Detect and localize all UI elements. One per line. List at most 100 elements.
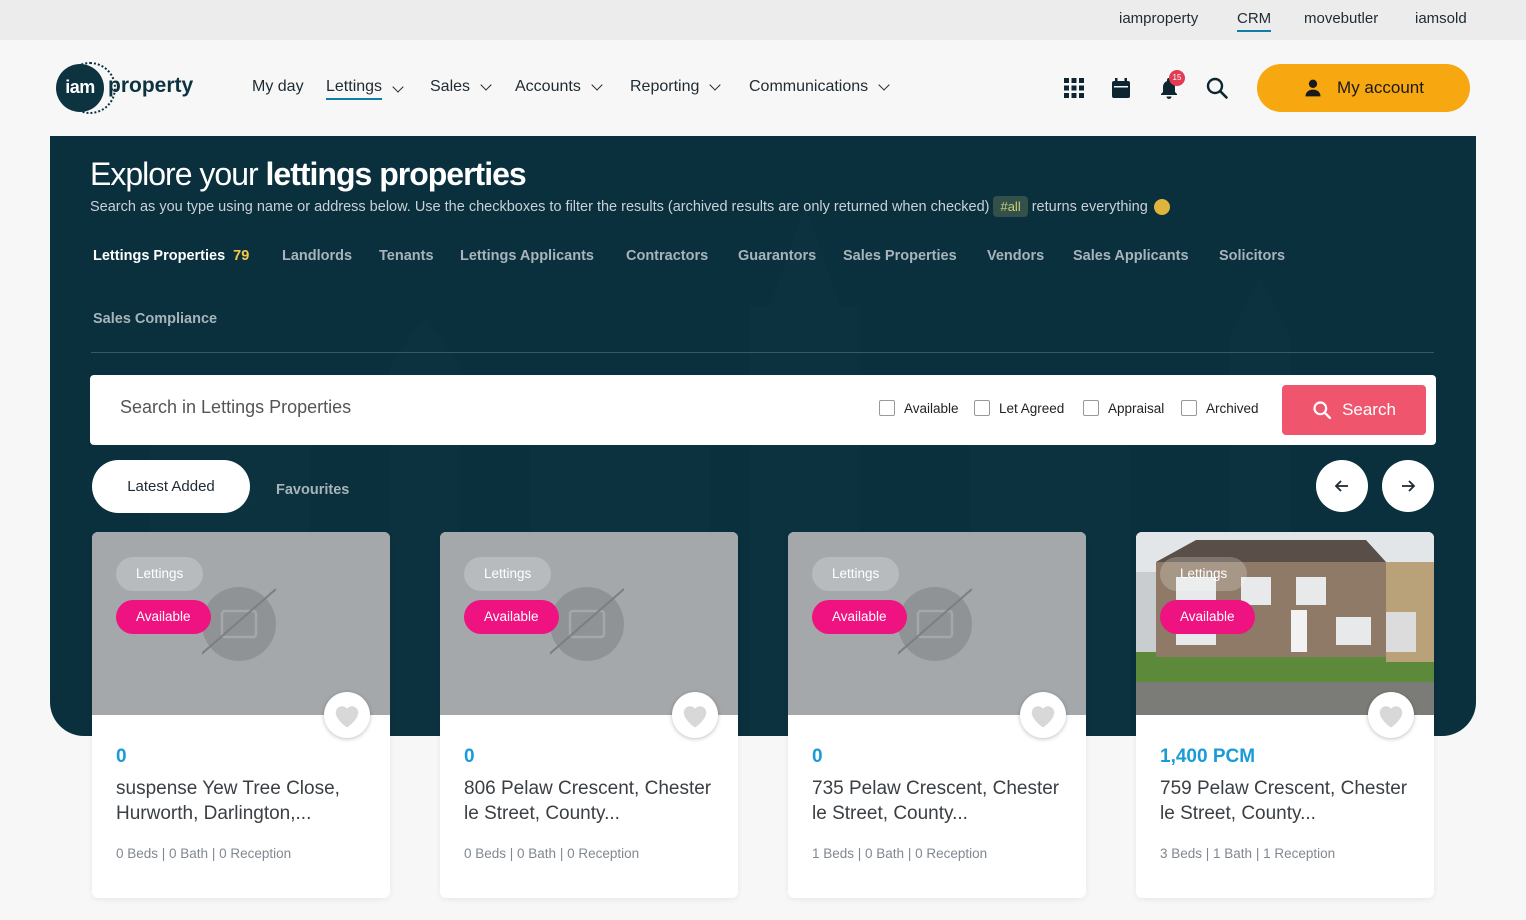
property-rooms: 1 Beds | 0 Bath | 0 Reception bbox=[812, 846, 988, 861]
link-iamproperty[interactable]: iamproperty bbox=[1119, 10, 1198, 27]
heart-icon bbox=[1031, 706, 1055, 728]
type-badge: Lettings bbox=[116, 557, 204, 591]
property-address: 735 Pelaw Crescent, Chester le Street, C… bbox=[812, 778, 1060, 824]
property-image-placeholder: Lettings Available bbox=[440, 532, 738, 715]
property-card[interactable]: Lettings Available 0 735 Pelaw Crescent,… bbox=[788, 532, 1086, 898]
hero-subtitle-text: Search as you type using name or address… bbox=[90, 198, 990, 215]
favourite-button[interactable] bbox=[672, 692, 718, 738]
arrow-left-icon bbox=[1334, 480, 1348, 492]
search-input[interactable] bbox=[120, 397, 820, 418]
favourite-button[interactable] bbox=[324, 692, 370, 738]
status-badge: Available bbox=[116, 600, 211, 634]
tab-favourites[interactable]: Favourites bbox=[276, 482, 349, 498]
tab-lettings-applicants[interactable]: Lettings Applicants bbox=[460, 248, 594, 264]
chevron-down-icon bbox=[709, 79, 722, 91]
search-icon[interactable] bbox=[1205, 76, 1229, 100]
type-badge: Lettings bbox=[1160, 557, 1248, 591]
iamproperty-logo[interactable]: iam property bbox=[56, 62, 206, 114]
logo-mark: iam bbox=[56, 64, 104, 112]
tab-guarantors[interactable]: Guarantors bbox=[738, 248, 816, 264]
tab-count: 79 bbox=[233, 248, 250, 264]
search-button[interactable]: Search bbox=[1282, 385, 1426, 435]
link-iamsold[interactable]: iamsold bbox=[1415, 10, 1467, 27]
filter-archived[interactable]: Archived bbox=[1181, 400, 1259, 416]
tab-lettings-properties[interactable]: Lettings Properties 79 bbox=[93, 248, 249, 264]
carousel-next-button[interactable] bbox=[1382, 460, 1434, 512]
tab-latest-added[interactable]: Latest Added bbox=[92, 460, 250, 513]
hero-subtitle: Search as you type using name or address… bbox=[90, 196, 1170, 217]
filter-label: Let Agreed bbox=[999, 400, 1065, 416]
tab-sales-compliance[interactable]: Sales Compliance bbox=[93, 311, 217, 327]
my-account-button[interactable]: My account bbox=[1257, 64, 1470, 112]
chevron-down-icon bbox=[878, 79, 890, 91]
tabs-divider bbox=[91, 352, 1434, 353]
tab-sales-applicants[interactable]: Sales Applicants bbox=[1073, 248, 1189, 264]
no-image-icon bbox=[545, 587, 625, 661]
chevron-down-icon bbox=[480, 79, 492, 91]
carousel-prev-button[interactable] bbox=[1316, 460, 1368, 512]
nav-accounts[interactable]: Accounts bbox=[515, 78, 603, 96]
tab-label: Lettings Properties bbox=[93, 248, 226, 264]
property-price: 1,400 PCM bbox=[1160, 746, 1256, 767]
nav-communications[interactable]: Communications bbox=[749, 78, 890, 96]
checkbox[interactable] bbox=[1181, 400, 1197, 416]
heart-icon bbox=[335, 706, 359, 728]
link-crm[interactable]: CRM bbox=[1237, 10, 1272, 32]
type-badge: Lettings bbox=[812, 557, 900, 591]
all-tag: #all bbox=[993, 196, 1028, 217]
property-address: 759 Pelaw Crescent, Chester le Street, C… bbox=[1160, 778, 1408, 824]
status-badge: Available bbox=[812, 600, 907, 634]
nav-reporting[interactable]: Reporting bbox=[630, 78, 722, 96]
checkbox[interactable] bbox=[1083, 400, 1099, 416]
logo-word: property bbox=[108, 74, 194, 97]
my-account-label: My account bbox=[1337, 78, 1424, 97]
tab-contractors[interactable]: Contractors bbox=[626, 248, 708, 264]
tab-landlords[interactable]: Landlords bbox=[282, 248, 352, 264]
heart-icon bbox=[1379, 706, 1403, 728]
property-rooms: 3 Beds | 1 Bath | 1 Reception bbox=[1160, 846, 1336, 861]
property-address: suspense Yew Tree Close, Hurworth, Darli… bbox=[116, 778, 340, 824]
property-price: 0 bbox=[464, 746, 475, 767]
filter-label: Available bbox=[904, 400, 959, 416]
property-price: 0 bbox=[116, 746, 127, 767]
property-card[interactable]: Lettings Available 1,400 PCM 759 Pelaw C… bbox=[1136, 532, 1434, 898]
link-movebutler[interactable]: movebutler bbox=[1304, 10, 1378, 27]
property-image-placeholder: Lettings Available bbox=[788, 532, 1086, 715]
chevron-down-icon bbox=[591, 79, 603, 91]
tab-tenants[interactable]: Tenants bbox=[379, 248, 434, 264]
tab-solicitors[interactable]: Solicitors bbox=[1219, 248, 1285, 264]
hero-title-light: Explore your bbox=[90, 156, 266, 192]
chevron-down-icon bbox=[392, 81, 404, 93]
property-address: 806 Pelaw Crescent, Chester le Street, C… bbox=[464, 778, 712, 824]
nav-my-day[interactable]: My day bbox=[252, 78, 304, 96]
filter-let-agreed[interactable]: Let Agreed bbox=[974, 400, 1064, 416]
nav-lettings[interactable]: Lettings bbox=[326, 78, 404, 100]
nav-sales[interactable]: Sales bbox=[430, 78, 492, 96]
property-card[interactable]: Lettings Available 0 806 Pelaw Crescent,… bbox=[440, 532, 738, 898]
top-site-switcher: iamproperty CRM movebutler iamsold bbox=[0, 0, 1526, 40]
filter-available[interactable]: Available bbox=[879, 400, 959, 416]
checkbox[interactable] bbox=[879, 400, 895, 416]
arrow-right-icon bbox=[1402, 480, 1416, 492]
filter-appraisal[interactable]: Appraisal bbox=[1083, 400, 1164, 416]
user-icon bbox=[1305, 79, 1321, 97]
property-photo: Lettings Available bbox=[1136, 532, 1434, 715]
calendar-icon[interactable] bbox=[1109, 76, 1133, 100]
tab-vendors[interactable]: Vendors bbox=[987, 248, 1044, 264]
no-image-icon bbox=[893, 587, 973, 661]
heart-icon bbox=[683, 706, 707, 728]
hero-title: Explore your lettings properties bbox=[90, 156, 527, 193]
favourite-button[interactable] bbox=[1368, 692, 1414, 738]
search-icon bbox=[1313, 401, 1332, 420]
nav-my-day-label: My day bbox=[252, 78, 304, 95]
favourite-button[interactable] bbox=[1020, 692, 1066, 738]
apps-grid-icon[interactable] bbox=[1062, 76, 1086, 100]
nav-sales-label: Sales bbox=[430, 78, 471, 95]
property-card[interactable]: Lettings Available 0 suspense Yew Tree C… bbox=[92, 532, 390, 898]
property-image-placeholder: Lettings Available bbox=[92, 532, 390, 715]
smiley-emoji-icon bbox=[1153, 198, 1170, 215]
property-price: 0 bbox=[812, 746, 823, 767]
checkbox[interactable] bbox=[974, 400, 990, 416]
tab-sales-properties[interactable]: Sales Properties bbox=[843, 248, 957, 264]
search-button-label: Search bbox=[1342, 400, 1396, 419]
